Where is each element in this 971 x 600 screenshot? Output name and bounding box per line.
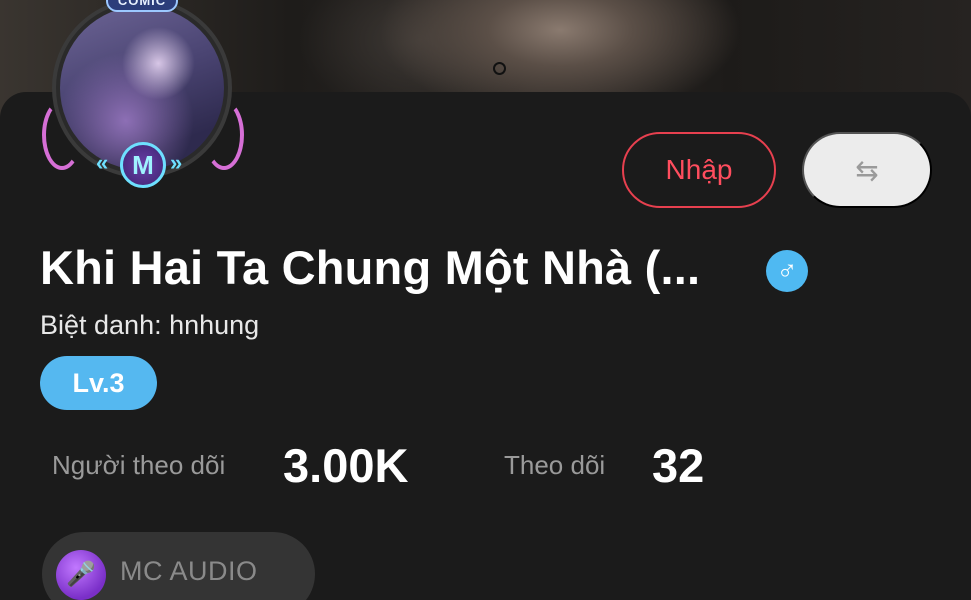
following-label[interactable]: Theo dõi [504,450,605,481]
avatar[interactable]: COMIC « M » [34,0,250,206]
gender-male-icon: ♂ [766,250,808,292]
followers-count[interactable]: 3.00K [283,438,408,493]
comic-frame-tag: COMIC [106,0,178,12]
import-button[interactable]: Nhập [622,132,776,208]
m-badge-icon: M [120,142,166,188]
switch-button[interactable]: ⇆ [802,132,932,208]
nickname-text: Biệt danh: hnhung [40,310,260,340]
frame-wing-left [42,100,82,170]
mc-audio-tag[interactable]: 🎤 MC AUDIO [42,532,315,600]
frame-wing-right [204,100,244,170]
mc-audio-label: MC AUDIO [120,556,258,586]
badge-right-arrows: » [170,150,183,175]
microphone-icon: 🎤 [56,550,106,600]
followers-label[interactable]: Người theo dõi [52,450,225,481]
badge-left-arrows: « [96,150,109,175]
switch-arrows-icon: ⇆ [855,155,879,186]
following-count[interactable]: 32 [652,438,704,493]
profile-title: Khi Hai Ta Chung Một Nhà (... [40,241,701,294]
level-badge[interactable]: Lv.3 [40,356,157,410]
cover-dot-indicator [493,62,506,75]
